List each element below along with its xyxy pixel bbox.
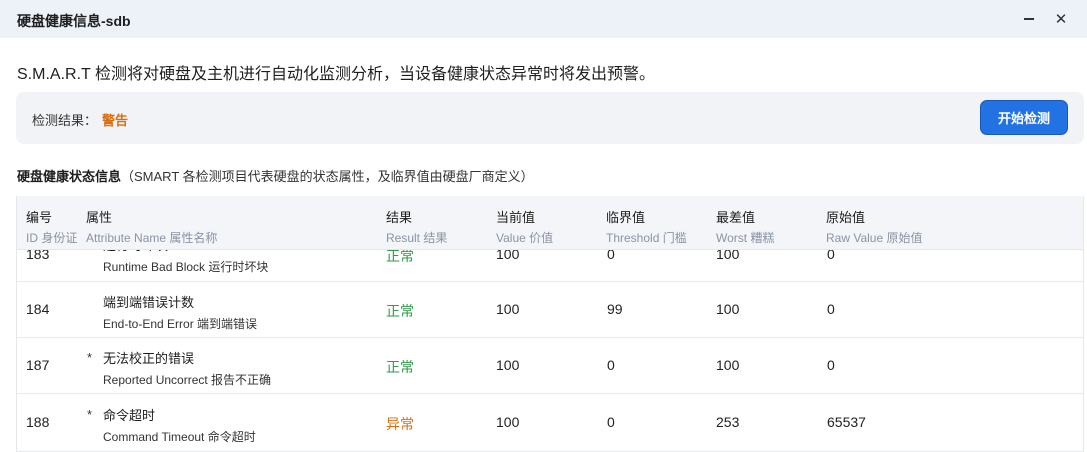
section-header: 硬盘健康状态信息（SMART 各检测项目代表硬盘的状态属性，及临界值由硬盘厂商定… xyxy=(17,166,534,185)
minimize-button[interactable] xyxy=(1017,7,1041,31)
row-raw-value: 65537 xyxy=(827,414,866,430)
intro-text: S.M.A.R.T 检测将对硬盘及主机进行自动化监测分析，当设备健康状态异常时将… xyxy=(17,66,655,83)
row-value: 100 xyxy=(496,414,520,430)
row-threshold: 99 xyxy=(607,301,623,317)
column-header-attribute: 属性 Attribute Name 属性名称 xyxy=(86,210,218,245)
column-header-threshold: 临界值 Threshold 门槛 xyxy=(606,210,687,245)
section-title: 硬盘健康状态信息 xyxy=(17,169,122,184)
row-raw-value: 0 xyxy=(827,301,835,317)
result-panel: 检测结果： 警告 开始检测 xyxy=(16,92,1084,144)
window-title: 硬盘健康信息-sdb xyxy=(17,13,131,29)
close-icon: ✕ xyxy=(1054,11,1068,28)
row-raw-value: 0 xyxy=(827,357,835,373)
table-row[interactable]: 184 端到端错误计数 End-to-End Error 端到端错误 正常 10… xyxy=(17,282,1083,338)
row-result: 正常 xyxy=(386,303,414,319)
row-worst: 100 xyxy=(716,301,740,317)
row-worst: 100 xyxy=(716,357,740,373)
column-header-result: 结果 Result 结果 xyxy=(386,210,448,245)
critical-marker: * xyxy=(87,407,93,422)
row-worst: 253 xyxy=(716,414,740,430)
section-subtitle: （SMART 各检测项目代表硬盘的状态属性，及临界值由硬盘厂商定义） xyxy=(121,169,534,184)
row-attribute: 端到端错误计数 End-to-End Error 端到端错误 xyxy=(103,295,258,331)
row-threshold: 0 xyxy=(607,357,615,373)
table-row[interactable]: 187 * 无法校正的错误 Reported Uncorrect 报告不正确 正… xyxy=(17,338,1083,394)
minimize-icon xyxy=(1024,18,1034,20)
table-header: 编号 ID 身份证 属性 Attribute Name 属性名称 结果 Resu… xyxy=(17,196,1083,250)
row-result: 正常 xyxy=(386,359,414,375)
start-check-button[interactable]: 开始检测 xyxy=(980,100,1068,135)
column-header-raw-value: 原始值 Raw Value 原始值 xyxy=(826,210,923,245)
row-id: 184 xyxy=(26,301,50,317)
row-id: 187 xyxy=(26,357,50,373)
result-status: 警告 xyxy=(102,113,129,128)
column-header-value: 当前值 Value 价值 xyxy=(496,210,554,245)
column-header-id: 编号 ID 身份证 xyxy=(26,210,78,245)
row-attribute: 命令超时 Command Timeout 命令超时 xyxy=(103,408,256,444)
row-value: 100 xyxy=(496,357,520,373)
column-header-worst: 最差值 Worst 糟糕 xyxy=(716,210,775,245)
result-label: 检测结果： xyxy=(32,113,98,128)
row-id: 188 xyxy=(26,414,50,430)
title-bar: 硬盘健康信息-sdb ✕ xyxy=(0,0,1087,38)
row-value: 100 xyxy=(496,301,520,317)
table-row[interactable]: 188 * 命令超时 Command Timeout 命令超时 异常 100 0… xyxy=(17,394,1083,452)
critical-marker: * xyxy=(87,350,93,365)
row-attribute: 无法校正的错误 Reported Uncorrect 报告不正确 xyxy=(103,351,272,387)
close-button[interactable]: ✕ xyxy=(1049,7,1073,31)
row-result: 异常 xyxy=(386,416,414,432)
row-threshold: 0 xyxy=(607,414,615,430)
smart-table[interactable]: 编号 ID 身份证 属性 Attribute Name 属性名称 结果 Resu… xyxy=(16,196,1084,452)
